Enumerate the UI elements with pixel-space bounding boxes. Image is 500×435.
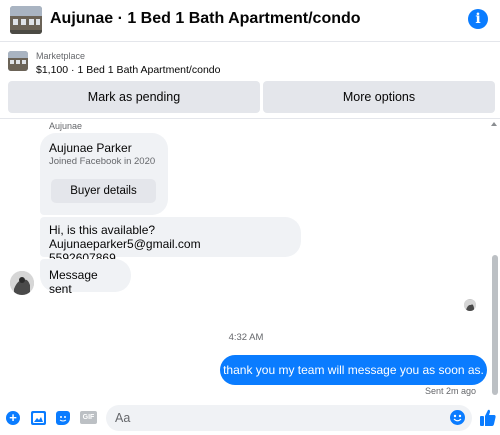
emoji-icon[interactable] [450, 410, 465, 425]
sticker-icon[interactable] [56, 411, 70, 425]
scrollbar-thumb[interactable] [492, 255, 498, 395]
listing-small-thumbnail[interactable] [8, 51, 28, 71]
plus-icon[interactable]: + [6, 411, 20, 425]
photo-icon[interactable] [31, 411, 46, 425]
marketplace-listing-banner: Marketplace $1,100 · 1 Bed 1 Bath Apartm… [0, 43, 500, 119]
listing-category: Marketplace [36, 51, 86, 61]
sender-avatar[interactable] [10, 271, 34, 295]
gif-icon[interactable]: GIF [80, 411, 97, 424]
message-timestamp: 4:32 AM [0, 332, 500, 343]
chat-title: Aujunae · 1 Bed 1 Bath Apartment/condo [50, 10, 361, 27]
seen-receipt-avatar [464, 299, 476, 311]
buyer-details-button[interactable]: Buyer details [51, 179, 156, 203]
incoming-message-bubble[interactable]: Hi, is this available? Aujunaeparker5@gm… [40, 217, 301, 265]
more-options-button[interactable]: More options [263, 81, 495, 113]
listing-thumbnail[interactable] [10, 6, 42, 34]
listing-title[interactable]: $1,100 · 1 Bed 1 Bath Apartment/condo [36, 64, 220, 76]
info-icon[interactable]: i [468, 9, 488, 29]
message-list[interactable]: Aujunae Aujunae Parker Joined Facebook i… [0, 120, 500, 398]
timestamp-text: 4:32 AM [228, 332, 264, 343]
incoming-message-bubble[interactable]: Message sent [40, 259, 131, 296]
chat-header: Aujunae · 1 Bed 1 Bath Apartment/condo i [0, 0, 500, 42]
buyer-joined-date: Joined Facebook in 2020 [49, 156, 156, 167]
message-text: Hi, is this available? Aujunaeparker5@gm… [49, 223, 201, 251]
mark-as-pending-button[interactable]: Mark as pending [8, 81, 260, 113]
scroll-up-arrow-icon[interactable] [491, 122, 497, 126]
message-input[interactable] [106, 405, 472, 431]
outgoing-message-bubble[interactable]: thank you my team will message you as so… [220, 355, 487, 385]
sent-status: Sent 2m ago [424, 386, 476, 396]
message-composer: + GIF [0, 401, 500, 435]
like-icon[interactable] [480, 409, 496, 426]
messenger-chat-window: Aujunae · 1 Bed 1 Bath Apartment/condo i… [0, 0, 500, 435]
buyer-profile-card: Aujunae Parker Joined Facebook in 2020 B… [40, 133, 168, 215]
sender-name: Aujunae [49, 121, 83, 131]
buyer-name: Aujunae Parker [49, 141, 132, 155]
